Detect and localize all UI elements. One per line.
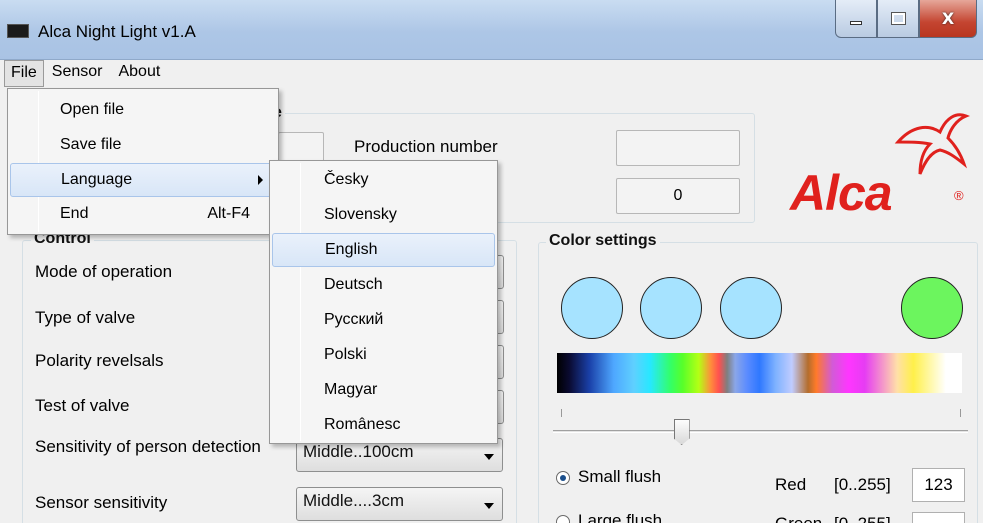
counter-field: 0 <box>616 178 740 214</box>
chevron-down-icon <box>484 454 494 460</box>
sensor-sensitivity-label: Sensor sensitivity <box>35 493 168 512</box>
type-of-valve-label: Type of valve <box>35 308 136 327</box>
chevron-down-icon <box>484 503 494 509</box>
save-file-label: Save file <box>60 136 122 153</box>
slider-tick-max <box>960 409 961 417</box>
end-label: End <box>60 205 89 222</box>
test-of-valve-label: Test of valve <box>35 396 130 415</box>
sensor-sensitivity-select[interactable]: Middle....3cm <box>296 487 503 521</box>
language-magyar-label: Magyar <box>324 381 378 398</box>
caption-buttons: X <box>835 0 977 38</box>
menu-item-open-file[interactable]: Open file <box>10 93 276 127</box>
language-item-romanesc[interactable]: Românesc <box>272 408 495 442</box>
submenu-arrow-icon <box>258 175 263 185</box>
language-item-magyar[interactable]: Magyar <box>272 373 495 407</box>
color-swatch-4[interactable] <box>901 277 963 339</box>
menu-sensor[interactable]: Sensor <box>44 60 111 87</box>
language-item-slovensky[interactable]: Slovensky <box>272 198 495 232</box>
alca-logo: Alca ® <box>786 108 976 228</box>
sensor-sensitivity-value: Middle....3cm <box>303 491 405 510</box>
language-deutsch-label: Deutsch <box>324 276 383 293</box>
person-detection-label: Sensitivity of person detection <box>35 437 261 456</box>
close-icon: X <box>941 9 955 28</box>
green-value-input[interactable] <box>912 512 965 523</box>
green-range-label: [0..255] <box>834 514 891 523</box>
red-value-input[interactable]: 123 <box>912 468 965 502</box>
color-slider-track[interactable] <box>553 430 968 433</box>
language-item-english[interactable]: English <box>272 233 495 267</box>
logo-text: Alca <box>790 165 893 221</box>
production-number-label: Production number <box>354 137 498 156</box>
slider-tick-min <box>561 409 562 417</box>
language-polski-label: Polski <box>324 346 367 363</box>
red-range-label: [0..255] <box>834 475 891 494</box>
language-item-cesky[interactable]: Česky <box>272 163 495 197</box>
color-spectrum[interactable] <box>557 353 962 393</box>
language-item-russian[interactable]: Русский <box>272 303 495 337</box>
small-flush-label: Small flush <box>578 467 662 486</box>
color-swatch-1[interactable] <box>561 277 623 339</box>
language-slovensky-label: Slovensky <box>324 206 397 223</box>
seagull-icon <box>894 113 970 175</box>
polarity-reversals-label: Polarity revelsals <box>35 351 164 370</box>
language-label: Language <box>61 171 133 188</box>
menu-file[interactable]: File <box>4 60 44 87</box>
language-item-deutsch[interactable]: Deutsch <box>272 268 495 302</box>
minimize-icon <box>850 20 862 25</box>
color-swatch-2[interactable] <box>640 277 702 339</box>
app-window: Alca Night Light v1.A X File Sensor Abou… <box>0 0 983 523</box>
maximize-icon <box>890 12 906 25</box>
menu-about[interactable]: About <box>110 60 168 87</box>
close-button[interactable]: X <box>919 0 977 38</box>
logo-registered-mark: ® <box>954 188 964 203</box>
color-swatch-3[interactable] <box>720 277 782 339</box>
language-english-label: English <box>325 241 378 258</box>
small-flush-radio[interactable] <box>556 471 570 485</box>
menu-item-language[interactable]: Language <box>10 163 276 197</box>
large-flush-label: Large flush <box>578 511 663 523</box>
language-item-polski[interactable]: Polski <box>272 338 495 372</box>
mode-of-operation-label: Mode of operation <box>35 262 173 281</box>
minimize-button[interactable] <box>835 0 877 38</box>
maximize-button[interactable] <box>877 0 919 38</box>
language-cesky-label: Česky <box>324 171 369 188</box>
menu-item-end[interactable]: End Alt-F4 <box>10 197 276 231</box>
red-label: Red <box>775 475 807 494</box>
title-bar[interactable]: Alca Night Light v1.A X <box>0 0 983 60</box>
menu-item-save-file[interactable]: Save file <box>10 128 276 162</box>
language-menu: Česky Slovensky English Deutsch Русский … <box>269 160 498 444</box>
end-shortcut: Alt-F4 <box>207 205 250 222</box>
window-title: Alca Night Light v1.A <box>38 22 196 41</box>
open-file-label: Open file <box>60 101 125 118</box>
file-menu: Open file Save file Language End Alt-F4 <box>7 88 279 235</box>
language-romanesc-label: Românesc <box>324 416 401 433</box>
app-icon <box>7 24 29 38</box>
language-russian-label: Русский <box>324 311 384 328</box>
color-settings-title: Color settings <box>546 232 660 250</box>
large-flush-radio[interactable] <box>556 515 570 523</box>
green-label: Green <box>775 514 822 523</box>
person-detection-value: Middle..100cm <box>303 442 414 461</box>
menu-bar: File Sensor About <box>0 60 983 87</box>
production-number-field <box>616 130 740 166</box>
